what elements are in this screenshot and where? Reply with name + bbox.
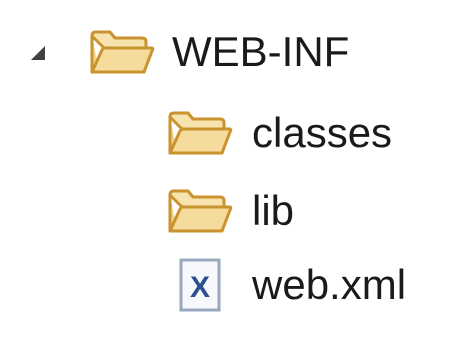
tree-item-label: WEB-INF <box>172 28 350 75</box>
tree-item-label: web.xml <box>252 261 407 308</box>
svg-text:X: X <box>190 271 210 304</box>
xml-file-icon: X <box>178 257 222 313</box>
folder-open-icon <box>166 107 234 159</box>
tree-item-label: classes <box>252 109 393 156</box>
folder-open-icon <box>166 185 234 237</box>
project-tree: WEB-INF classes lib X web.xml <box>0 0 474 340</box>
tree-item-web-xml[interactable]: X web.xml <box>166 250 406 320</box>
tree-item-lib[interactable]: lib <box>166 176 294 246</box>
tree-item-classes[interactable]: classes <box>166 98 392 168</box>
expanded-triangle-icon[interactable] <box>22 37 52 67</box>
folder-open-icon <box>88 26 156 78</box>
tree-item-label: lib <box>252 187 295 234</box>
tree-item-web-inf[interactable]: WEB-INF <box>22 17 349 87</box>
